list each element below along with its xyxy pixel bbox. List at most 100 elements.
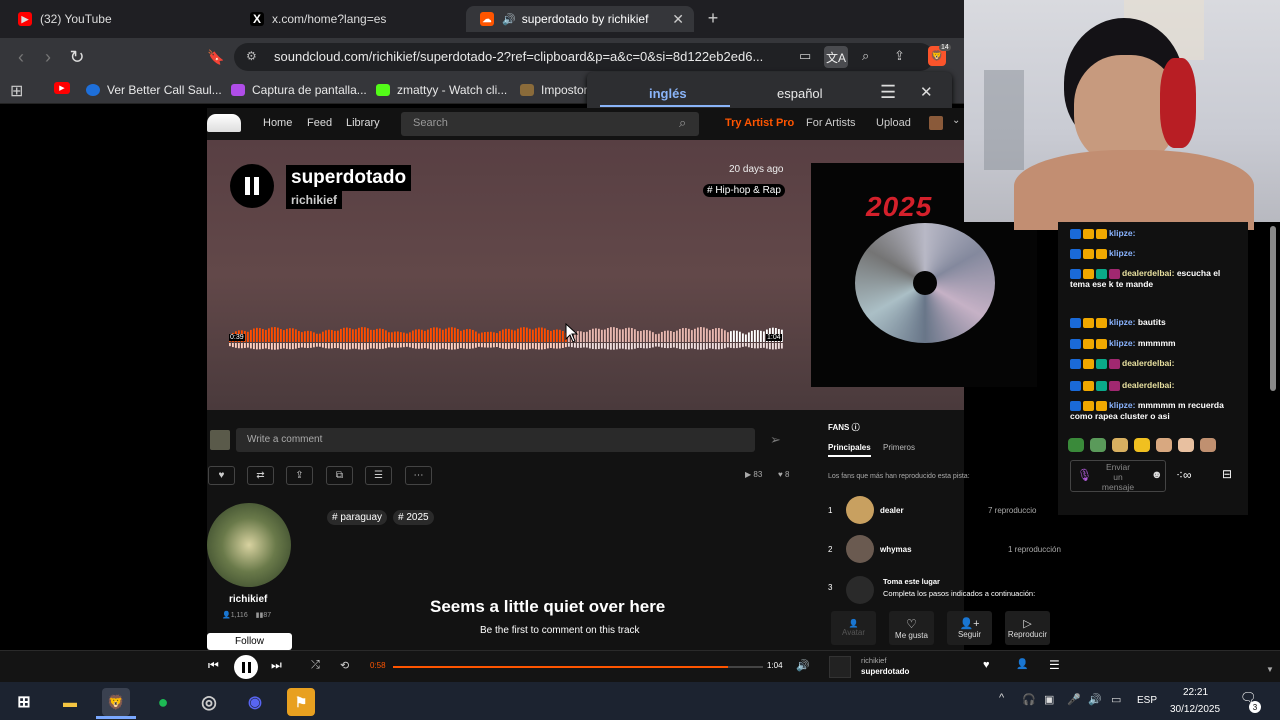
add-to-queue-button[interactable]: ☰	[365, 466, 392, 485]
apps-grid-icon[interactable]: ⊞	[10, 81, 23, 101]
tab-youtube[interactable]: ▶ (32) YouTube	[4, 6, 234, 32]
obs-icon[interactable]: ◎	[195, 688, 223, 716]
nav-library[interactable]: Library	[346, 117, 380, 129]
follow-button[interactable]: Follow	[207, 633, 292, 650]
site-settings-icon[interactable]: ⚙	[246, 49, 257, 63]
input-language[interactable]: ESP	[1137, 695, 1157, 706]
tab-soundcloud[interactable]: ☁ 🔊 superdotado by richikief ✕	[466, 6, 694, 32]
pause-button[interactable]	[230, 164, 274, 208]
tray-app-icon[interactable]: ▣	[1044, 693, 1054, 706]
comment-input[interactable]: Write a comment	[236, 428, 755, 452]
queue-icon[interactable]: ☰	[1049, 658, 1060, 672]
previous-icon[interactable]: ⏮	[208, 658, 219, 673]
fan-row[interactable]: 2 whymas 1 reproducción	[828, 534, 1061, 564]
forward-icon[interactable]: ›	[37, 46, 59, 68]
share-icon[interactable]: ⇪	[894, 48, 905, 64]
close-tab-icon[interactable]: ✕	[672, 11, 684, 28]
copy-link-button[interactable]: ⧉	[326, 466, 353, 485]
try-artist-pro-link[interactable]: Try Artist Pro	[725, 117, 794, 129]
artist-name[interactable]: richikief	[229, 594, 267, 605]
url-bar[interactable]: ⚙ soundcloud.com/richikief/superdotado-2…	[234, 43, 934, 71]
follow-step-button[interactable]: 👤+ Seguir	[947, 611, 992, 645]
bookmark-impostor[interactable]: Impostor	[520, 80, 588, 100]
clock-date[interactable]: 30/12/2025	[1170, 704, 1220, 715]
scroll-down-icon[interactable]: ▼	[1266, 665, 1274, 674]
share-button[interactable]: ⇪	[286, 466, 313, 485]
close-icon[interactable]: ✕	[920, 83, 933, 101]
volume-icon[interactable]: 🔊	[796, 659, 810, 672]
emote-icon[interactable]	[1156, 438, 1172, 452]
chat-username[interactable]: dealerdelbai:	[1122, 358, 1174, 368]
more-button[interactable]: ⋯	[405, 466, 432, 485]
zoom-icon[interactable]: ⌕	[862, 48, 869, 64]
microphone-tray-icon[interactable]: 🎤	[1067, 693, 1081, 706]
follow-user-icon[interactable]: 👤	[1016, 659, 1028, 670]
chat-username[interactable]: dealerdelbai:	[1122, 380, 1174, 390]
chat-username[interactable]: dealerdelbai:	[1122, 268, 1177, 278]
lang-source-tab[interactable]: inglés	[649, 86, 687, 101]
like-button[interactable]: ♥	[208, 466, 235, 485]
fan-row[interactable]: 1 dealer 7 reproduccio	[828, 495, 1036, 525]
tag-paraguay[interactable]: # paraguay	[327, 510, 388, 525]
brave-icon[interactable]: 🦁	[102, 688, 130, 716]
game-launcher-icon[interactable]: ⚑	[287, 688, 315, 716]
new-tab-button[interactable]: +	[704, 8, 722, 28]
chat-username[interactable]: klipze:	[1109, 248, 1135, 258]
now-playing-artist[interactable]: richikief	[861, 656, 886, 665]
store-icon[interactable]: ⊟	[1222, 467, 1232, 481]
send-icon[interactable]: ➢	[770, 432, 781, 448]
emote-icon[interactable]	[1178, 438, 1194, 452]
page-scrollbar[interactable]	[1270, 226, 1276, 391]
chat-username[interactable]: klipze:	[1109, 338, 1138, 348]
nav-feed[interactable]: Feed	[307, 117, 332, 129]
avatar[interactable]	[929, 116, 943, 130]
menu-icon[interactable]: ☰	[880, 82, 896, 103]
emote-icon[interactable]	[1068, 438, 1084, 452]
file-explorer-icon[interactable]: ▬	[56, 688, 84, 716]
volume-tray-icon[interactable]: 🔊	[1088, 693, 1102, 706]
search-icon[interactable]: ⌕	[679, 115, 686, 131]
artist-avatar[interactable]	[207, 503, 291, 587]
nav-home[interactable]: Home	[263, 117, 292, 129]
translate-icon[interactable]: 文A	[824, 46, 848, 68]
heart-icon[interactable]: ♥	[983, 659, 990, 671]
now-playing-title[interactable]: superdotado	[861, 667, 909, 676]
chat-username[interactable]: klipze:	[1109, 317, 1138, 327]
tag-2025[interactable]: # 2025	[393, 510, 434, 525]
bookmark-zmattyy[interactable]: zmattyy - Watch cli...	[376, 80, 507, 100]
emote-icon[interactable]	[1134, 438, 1150, 452]
genre-tag[interactable]: # Hip-hop & Rap	[703, 184, 785, 197]
bookmark-icon[interactable]: 🔖	[206, 46, 226, 68]
reload-icon[interactable]: ↻	[66, 46, 88, 68]
for-artists-link[interactable]: For Artists	[806, 117, 856, 129]
emote-icon[interactable]	[1090, 438, 1106, 452]
clock-time[interactable]: 22:21	[1183, 687, 1208, 698]
emote-icon[interactable]	[1200, 438, 1216, 452]
play-step-button[interactable]: ▷ Reproducir	[1005, 611, 1050, 645]
repeat-icon[interactable]: ⟲	[340, 659, 349, 672]
upload-link[interactable]: Upload	[876, 117, 911, 129]
tray-chevron-icon[interactable]: ^	[999, 692, 1004, 704]
now-playing-thumbnail[interactable]	[829, 656, 851, 678]
soundcloud-logo-icon[interactable]	[207, 114, 241, 132]
microphone-icon[interactable]: 🎙	[1077, 468, 1092, 482]
waveform[interactable]	[229, 322, 784, 356]
kick-logo-icon[interactable]: ⁖∞	[1176, 468, 1192, 482]
emoji-icon[interactable]: ☻	[1151, 469, 1163, 481]
bookmark-better-call-saul[interactable]: Ver Better Call Saul...	[86, 80, 222, 100]
shuffle-icon[interactable]: ⤮	[311, 659, 320, 672]
chat-username[interactable]: klipze:	[1109, 400, 1138, 410]
bookmark-captura[interactable]: Captura de pantalla...	[231, 80, 367, 100]
track-artist[interactable]: richikief	[286, 191, 343, 209]
player-pause-button[interactable]	[234, 655, 258, 679]
fans-tab-main[interactable]: Principales	[828, 443, 871, 457]
fans-tab-first[interactable]: Primeros	[883, 443, 915, 452]
back-icon[interactable]: ‹	[10, 46, 32, 68]
discord-icon[interactable]: ◉	[241, 688, 269, 716]
youtube-bookmark-icon[interactable]: ▶	[54, 82, 70, 94]
like-step-button[interactable]: ♡ Me gusta	[889, 611, 934, 645]
tab-x[interactable]: X x.com/home?lang=es	[236, 6, 466, 32]
emote-icon[interactable]	[1112, 438, 1128, 452]
progress-track[interactable]	[393, 666, 763, 668]
next-icon[interactable]: ⏭	[271, 658, 282, 673]
